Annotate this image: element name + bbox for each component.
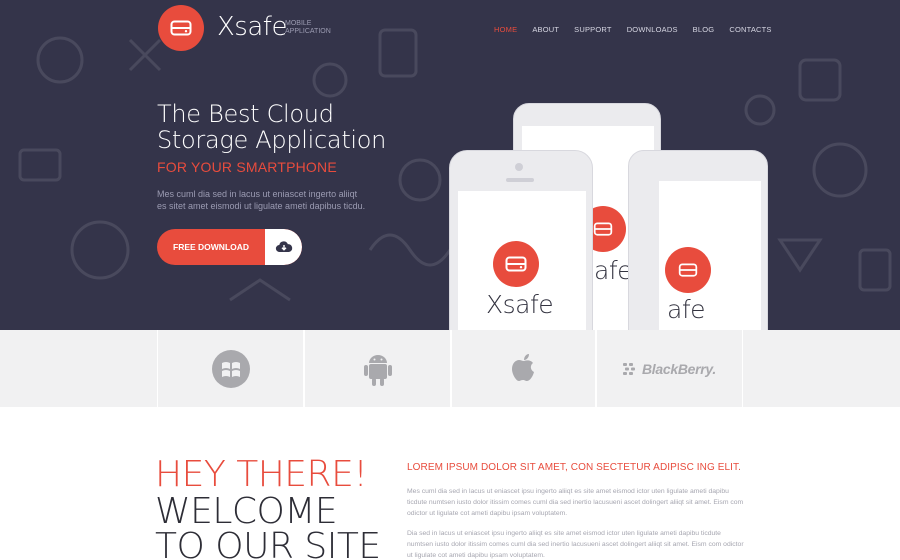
drive-icon: [170, 20, 192, 36]
platform-windows[interactable]: [157, 330, 304, 407]
phone-back-right: afe: [628, 150, 768, 330]
blackberry-icon: [622, 362, 635, 375]
phone-back-center-name: afe: [594, 256, 633, 285]
drive-icon: [678, 263, 698, 277]
drive-icon: [505, 256, 527, 272]
welcome-hey: HEY THERE!: [155, 454, 368, 495]
phone-camera: [515, 163, 523, 171]
free-download-label: FREE DOWNLOAD: [173, 242, 250, 252]
paragraph-2: Dia sed in lacus ut eniascet ipsu ingert…: [407, 530, 744, 559]
phone-front: Xsafe: [449, 150, 593, 330]
brand-name: Xsafe: [217, 12, 287, 42]
nav-about[interactable]: ABOUT: [532, 25, 559, 34]
platform-android[interactable]: [304, 330, 451, 407]
phone-speaker: [506, 178, 534, 182]
phone-back-right-name: afe: [667, 295, 706, 324]
phone-front-app-name: Xsafe: [486, 290, 554, 319]
phone-back-right-logo: [665, 247, 711, 293]
section-heading: LOREM IPSUM DOLOR SIT AMET, CON SECTETUR…: [407, 462, 742, 473]
hero-title-line2: Storage Application: [157, 126, 387, 154]
hero-title-line1: The Best Cloud: [157, 100, 334, 128]
phone-front-screen: Xsafe: [458, 191, 586, 330]
phone-front-logo: [493, 241, 539, 287]
phone-back-right-screen: afe: [659, 181, 761, 330]
apple-icon: [511, 353, 534, 381]
nav-support[interactable]: SUPPORT: [574, 25, 612, 34]
hero-subtitle: FOR YOUR SMARTPHONE: [157, 159, 337, 175]
blackberry-label: BlackBerry.: [641, 360, 716, 377]
hero-text-line2: es sitet amet eismodi ut ligulate ameti …: [157, 201, 366, 211]
hero-text: Mes cuml dia sed in lacus ut eniascet in…: [157, 188, 387, 212]
hero-section: Xsafe MOBILE APPLICATION HOME ABOUT SUPP…: [0, 0, 900, 330]
nav-downloads[interactable]: DOWNLOADS: [627, 25, 678, 34]
nav-contacts[interactable]: CONTACTS: [729, 25, 771, 34]
brand-tagline: MOBILE APPLICATION: [285, 20, 331, 36]
windows-icon: [211, 349, 250, 388]
nav-home[interactable]: HOME: [494, 25, 517, 34]
brand-tagline-line1: MOBILE: [285, 20, 312, 27]
platform-blackberry[interactable]: BlackBerry.: [596, 330, 743, 407]
platforms-strip: BlackBerry.: [0, 330, 900, 407]
welcome-line3: TO OUR SITE: [155, 526, 381, 560]
download-icon-box: [265, 229, 302, 265]
drive-icon: [593, 222, 613, 236]
free-download-button[interactable]: FREE DOWNLOAD: [157, 229, 302, 265]
android-icon: [363, 354, 392, 386]
brand-tagline-line2: APPLICATION: [285, 28, 331, 35]
cloud-download-icon: [275, 241, 292, 253]
main-nav: HOME ABOUT SUPPORT DOWNLOADS BLOG CONTAC…: [494, 25, 787, 34]
nav-blog[interactable]: BLOG: [693, 25, 715, 34]
paragraph-1: Mes cuml dia sed in lacus ut eniascet ip…: [407, 488, 744, 517]
hero-title: The Best Cloud Storage Application: [157, 101, 417, 153]
logo[interactable]: [158, 5, 204, 51]
hero-text-line1: Mes cuml dia sed in lacus ut eniascet in…: [157, 189, 358, 199]
platform-apple[interactable]: [451, 330, 596, 407]
